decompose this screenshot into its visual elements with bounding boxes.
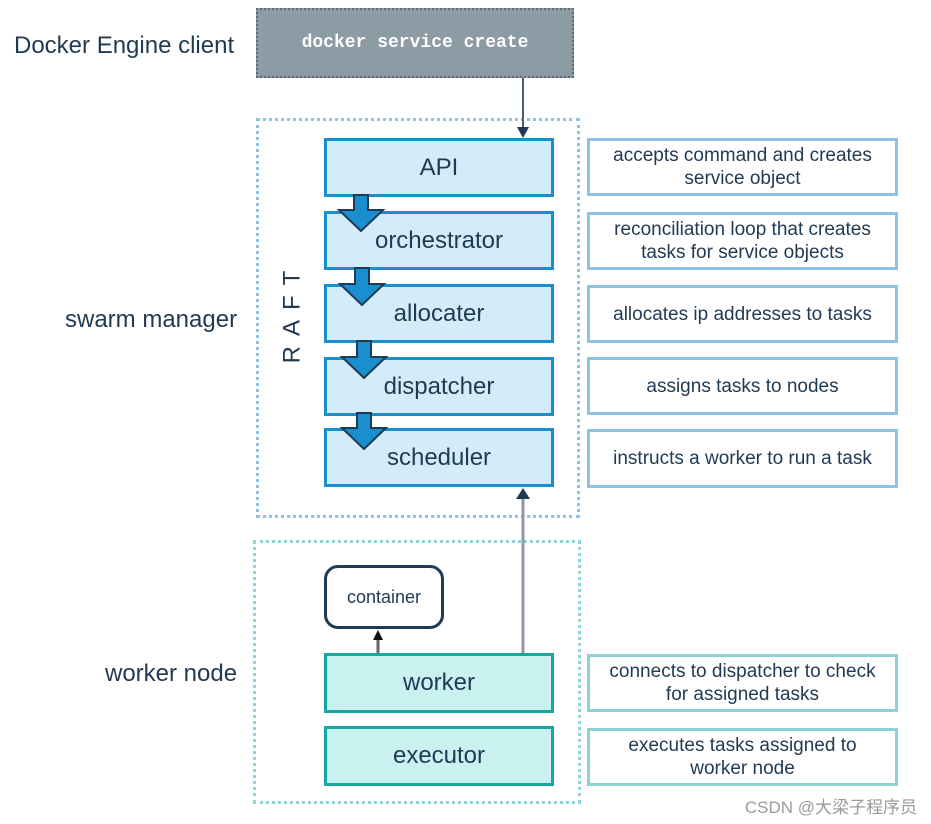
flow-arrow-api-orchestrator bbox=[336, 194, 386, 233]
flow-arrow-dispatcher-scheduler bbox=[339, 412, 389, 451]
flow-arrow-allocater-dispatcher bbox=[339, 340, 389, 380]
arrow-cli-to-api bbox=[517, 78, 529, 138]
arrow-worker-to-scheduler bbox=[516, 488, 530, 653]
flow-arrow-orchestrator-allocater bbox=[337, 267, 387, 307]
watermark: CSDN @大梁子程序员 bbox=[744, 798, 917, 817]
arrows-layer bbox=[336, 78, 530, 653]
arrow-worker-to-container bbox=[373, 630, 383, 653]
